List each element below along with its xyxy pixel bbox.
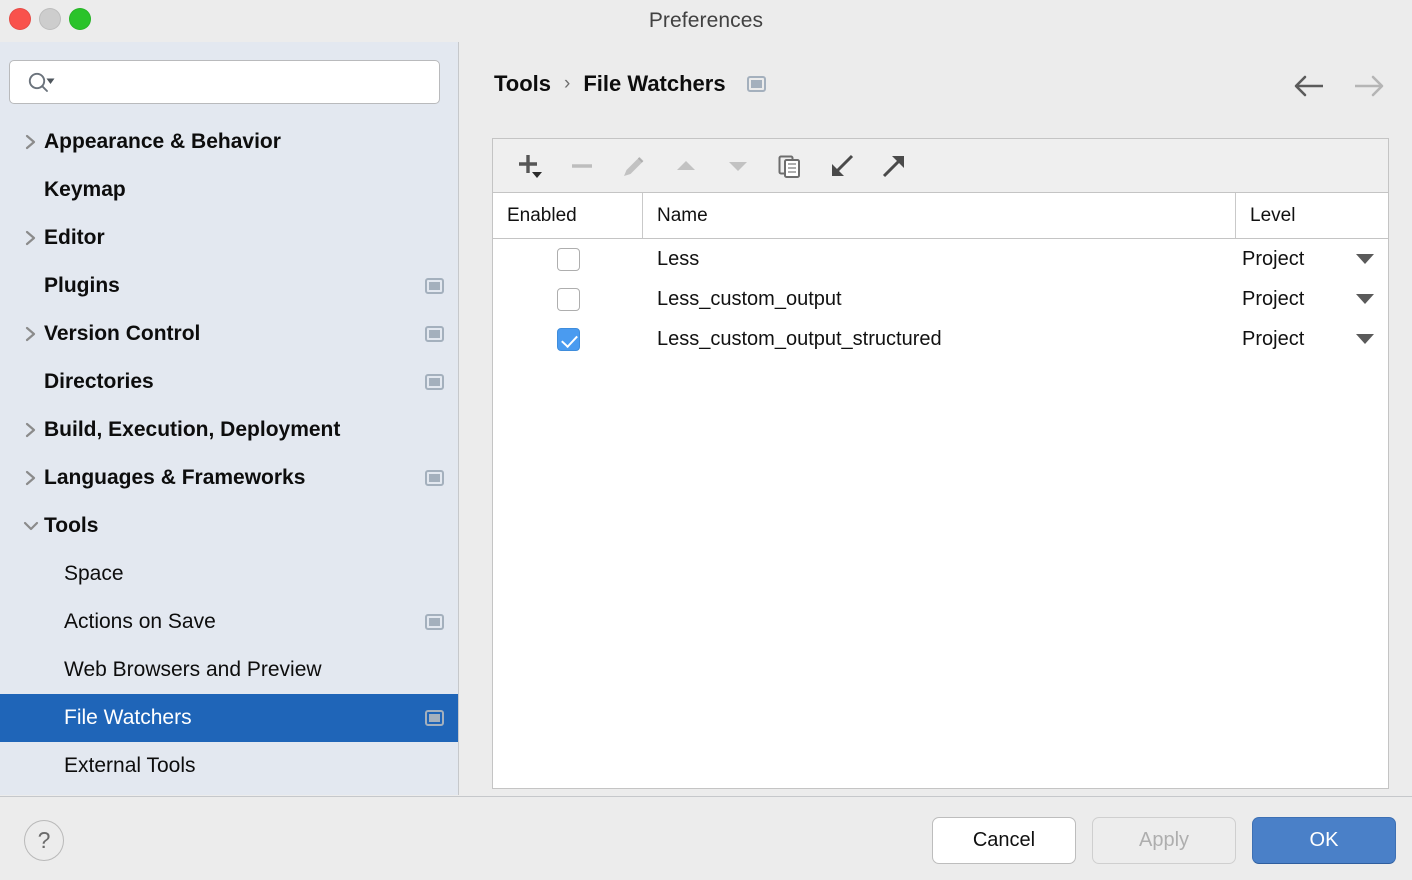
- content-pane: Tools › File Watchers: [460, 42, 1412, 795]
- sidebar-item-external-tools[interactable]: External Tools: [0, 742, 458, 790]
- project-level-badge-icon: [425, 470, 444, 486]
- sidebar-item-label: Appearance & Behavior: [44, 130, 281, 154]
- search-container: [0, 42, 458, 104]
- export-button[interactable]: [868, 143, 920, 189]
- project-level-badge-icon: [425, 614, 444, 630]
- sidebar-item-build-execution-deployment[interactable]: Build, Execution, Deployment: [0, 406, 458, 454]
- dialog-buttons: Cancel Apply OK: [932, 817, 1396, 864]
- sidebar-item-actions-on-save[interactable]: Actions on Save: [0, 598, 458, 646]
- table-row[interactable]: Less_custom_output_structured Project: [493, 319, 1388, 359]
- project-level-badge-icon: [425, 326, 444, 342]
- watcher-name[interactable]: Less_custom_output: [643, 288, 1236, 311]
- breadcrumb-current: File Watchers: [583, 71, 725, 97]
- move-down-button: [712, 143, 764, 189]
- watcher-name[interactable]: Less_custom_output_structured: [643, 328, 1236, 351]
- copy-watcher-button[interactable]: [764, 143, 816, 189]
- sidebar-item-label: Plugins: [44, 274, 120, 298]
- row-enabled-cell: [493, 328, 643, 351]
- chevron-right-icon[interactable]: [18, 468, 44, 488]
- chevron-down-icon[interactable]: [18, 518, 44, 534]
- sidebar-item-file-watchers[interactable]: File Watchers: [0, 694, 458, 742]
- chevron-right-icon[interactable]: [18, 420, 44, 440]
- import-button[interactable]: [816, 143, 868, 189]
- apply-button: Apply: [1092, 817, 1236, 864]
- sidebar-item-label: Keymap: [44, 178, 126, 202]
- sidebar-item-languages-frameworks[interactable]: Languages & Frameworks: [0, 454, 458, 502]
- search-input[interactable]: [56, 62, 439, 102]
- edit-watcher-button: [608, 143, 660, 189]
- row-enabled-cell: [493, 288, 643, 311]
- ok-button[interactable]: OK: [1252, 817, 1396, 864]
- search-field[interactable]: [9, 60, 440, 104]
- watchers-table-body: LessProjectLess_custom_outputProjectLess…: [493, 239, 1388, 359]
- forward-arrow-icon: [1352, 72, 1386, 100]
- file-watchers-panel: Enabled Name Level LessProjectLess_custo…: [492, 138, 1389, 789]
- level-value: Project: [1242, 288, 1304, 311]
- preferences-window: Preferences Appearance & Behavior Keymap E…: [0, 0, 1412, 880]
- sidebar-item-web-browsers-and-preview[interactable]: Web Browsers and Preview: [0, 646, 458, 694]
- title-bar: Preferences: [0, 0, 1412, 42]
- sidebar-item-label: Directories: [44, 370, 154, 394]
- level-dropdown-icon[interactable]: [1356, 294, 1374, 304]
- row-enabled-cell: [493, 248, 643, 271]
- move-up-button: [660, 143, 712, 189]
- breadcrumb-parent[interactable]: Tools: [494, 71, 551, 97]
- sidebar-item-directories[interactable]: Directories: [0, 358, 458, 406]
- level-cell: Project: [1236, 288, 1388, 311]
- settings-tree: Appearance & Behavior Keymap Editor Plugins…: [0, 118, 458, 790]
- column-header-name[interactable]: Name: [643, 193, 1236, 238]
- enabled-checkbox[interactable]: [557, 248, 580, 271]
- breadcrumb: Tools › File Watchers: [494, 71, 766, 97]
- sidebar-item-tools[interactable]: Tools: [0, 502, 458, 550]
- navigation-arrows: [1292, 72, 1386, 100]
- sidebar-item-appearance-behavior[interactable]: Appearance & Behavior: [0, 118, 458, 166]
- column-header-level[interactable]: Level: [1236, 193, 1388, 238]
- search-icon: [26, 71, 56, 93]
- back-arrow-icon[interactable]: [1292, 72, 1326, 100]
- enabled-checkbox[interactable]: [557, 328, 580, 351]
- level-value: Project: [1242, 248, 1304, 271]
- sidebar-item-label: Web Browsers and Preview: [64, 658, 322, 682]
- table-row[interactable]: Less Project: [493, 239, 1388, 279]
- chevron-right-icon[interactable]: [18, 324, 44, 344]
- project-level-badge-icon: [425, 374, 444, 390]
- project-level-badge-icon: [425, 278, 444, 294]
- remove-watcher-button: [556, 143, 608, 189]
- sidebar-item-label: Editor: [44, 226, 105, 250]
- sidebar-item-label: Languages & Frameworks: [44, 466, 305, 490]
- level-cell: Project: [1236, 248, 1388, 271]
- sidebar-item-keymap[interactable]: Keymap: [0, 166, 458, 214]
- sidebar-item-label: Tools: [44, 514, 98, 538]
- table-row[interactable]: Less_custom_output Project: [493, 279, 1388, 319]
- sidebar-item-version-control[interactable]: Version Control: [0, 310, 458, 358]
- sidebar-item-label: Actions on Save: [64, 610, 216, 634]
- level-dropdown-icon[interactable]: [1356, 334, 1374, 344]
- sidebar-item-space[interactable]: Space: [0, 550, 458, 598]
- project-level-badge-icon: [425, 710, 444, 726]
- watchers-table-header: Enabled Name Level: [493, 193, 1388, 239]
- add-watcher-button[interactable]: [504, 143, 556, 189]
- window-title: Preferences: [0, 0, 1412, 42]
- sidebar-item-label: External Tools: [64, 754, 196, 778]
- sidebar-item-label: Build, Execution, Deployment: [44, 418, 340, 442]
- help-button[interactable]: ?: [24, 820, 64, 861]
- breadcrumb-separator-icon: ›: [564, 73, 570, 95]
- level-value: Project: [1242, 328, 1304, 351]
- settings-sidebar: Appearance & Behavior Keymap Editor Plugins…: [0, 42, 459, 795]
- watcher-name[interactable]: Less: [643, 248, 1236, 271]
- level-dropdown-icon[interactable]: [1356, 254, 1374, 264]
- level-cell: Project: [1236, 328, 1388, 351]
- enabled-checkbox[interactable]: [557, 288, 580, 311]
- sidebar-item-editor[interactable]: Editor: [0, 214, 458, 262]
- sidebar-item-label: File Watchers: [64, 706, 192, 730]
- column-header-enabled[interactable]: Enabled: [493, 193, 643, 238]
- chevron-right-icon[interactable]: [18, 228, 44, 248]
- chevron-right-icon[interactable]: [18, 132, 44, 152]
- sidebar-item-label: Version Control: [44, 322, 200, 346]
- project-level-badge-icon: [747, 76, 766, 92]
- cancel-button[interactable]: Cancel: [932, 817, 1076, 864]
- sidebar-item-label: Space: [64, 562, 124, 586]
- watchers-toolbar: [493, 139, 1388, 193]
- sidebar-item-plugins[interactable]: Plugins: [0, 262, 458, 310]
